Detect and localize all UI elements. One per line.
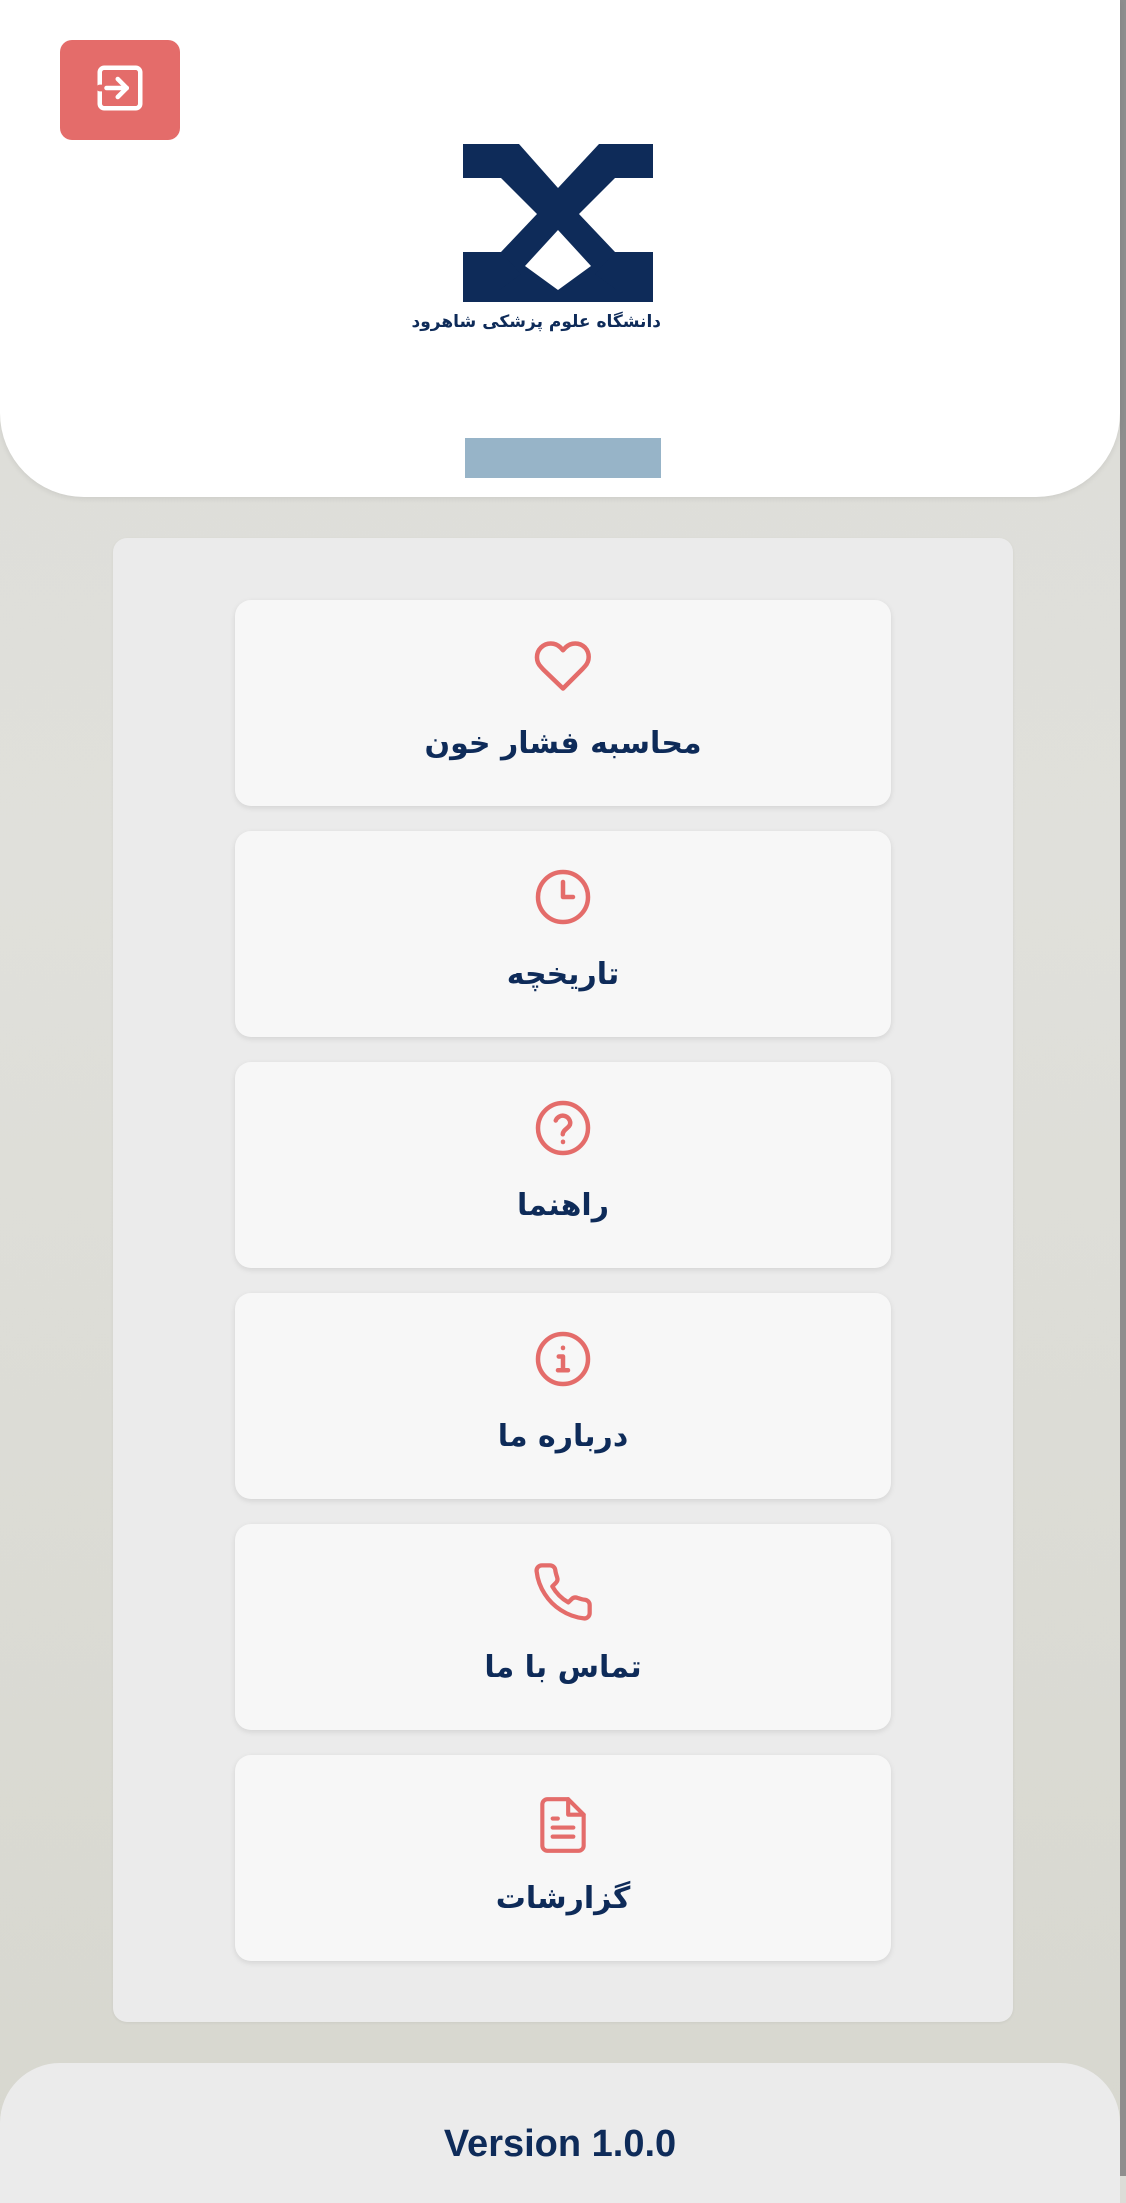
help-circle-icon bbox=[533, 1098, 593, 1158]
university-logo: دانشگاه علوم پزشکی شاهرود bbox=[411, 140, 661, 340]
menu-item-contact[interactable]: تماس با ما bbox=[235, 1524, 891, 1730]
menu-item-about[interactable]: درباره ما bbox=[235, 1293, 891, 1499]
heart-icon bbox=[532, 636, 594, 696]
scrollbar[interactable] bbox=[1120, 0, 1126, 2176]
menu-item-history[interactable]: تاریخچه bbox=[235, 831, 891, 1037]
header-bar bbox=[465, 438, 661, 478]
menu-item-label: درباره ما bbox=[497, 1419, 629, 1454]
menu-item-label: تماس با ما bbox=[484, 1650, 642, 1685]
clock-icon bbox=[533, 867, 593, 927]
document-icon bbox=[532, 1791, 594, 1853]
menu-item-guide[interactable]: راهنما bbox=[235, 1062, 891, 1268]
logout-icon bbox=[93, 61, 147, 119]
logout-button[interactable] bbox=[60, 40, 180, 140]
footer: Version 1.0.0 bbox=[0, 2063, 1120, 2203]
info-circle-icon bbox=[533, 1329, 593, 1389]
menu-item-label: راهنما bbox=[517, 1188, 609, 1223]
menu-item-label: تاریخچه bbox=[506, 957, 620, 992]
version-label: Version 1.0.0 bbox=[443, 2123, 677, 2165]
logo-text: دانشگاه علوم پزشکی شاهرود bbox=[411, 312, 661, 332]
menu-item-blood-pressure[interactable]: محاسبه فشار خون bbox=[235, 600, 891, 806]
menu-item-reports[interactable]: گزارشات bbox=[235, 1755, 891, 1961]
phone-icon bbox=[531, 1560, 595, 1621]
menu-item-label: محاسبه فشار خون bbox=[424, 726, 702, 761]
menu-item-label: گزارشات bbox=[495, 1881, 631, 1916]
header: دانشگاه علوم پزشکی شاهرود bbox=[0, 0, 1120, 497]
